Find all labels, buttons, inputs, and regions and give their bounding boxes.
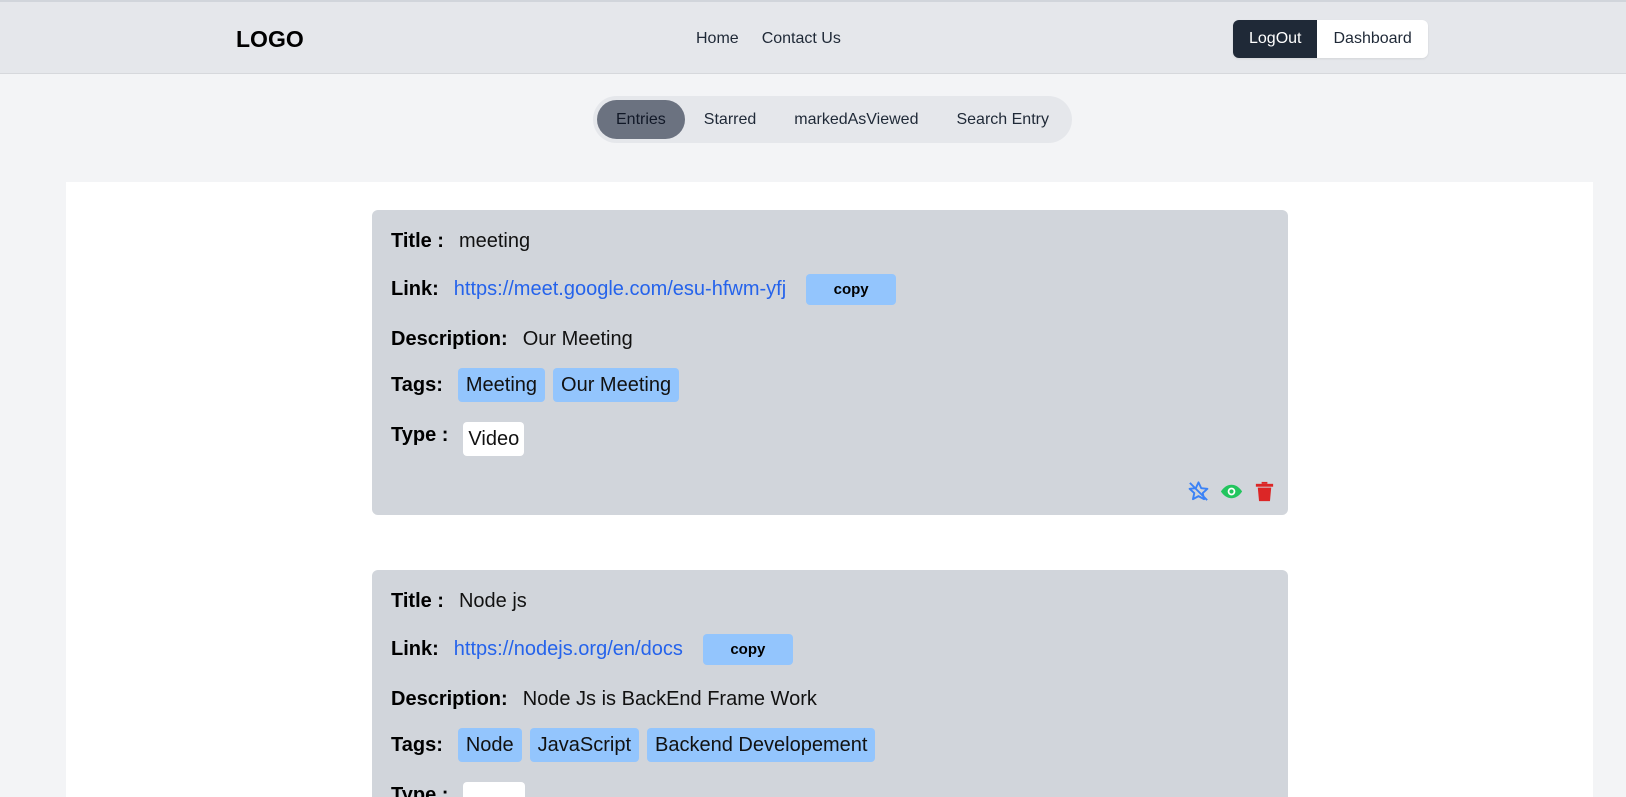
entry-link[interactable]: https://meet.google.com/esu-hfwm-yfj: [454, 278, 786, 301]
auth-button-group: LogOut Dashboard: [1233, 20, 1428, 58]
navbar: LOGO Home Contact Us LogOut Dashboard: [0, 0, 1626, 74]
tags-label: Tags:: [391, 734, 443, 756]
title-label: Title :: [391, 590, 444, 612]
entry-title-row: Title : Node js: [391, 590, 527, 613]
entry-description: Node Js is BackEnd Frame Work: [522, 688, 817, 710]
description-label: Description:: [391, 328, 508, 350]
link-label: Link:: [391, 638, 439, 660]
copy-link-button[interactable]: copy: [806, 274, 897, 305]
type-label: Type :: [391, 424, 449, 446]
tag-list: Meeting Our Meeting: [457, 368, 687, 402]
tab-entries[interactable]: Entries: [597, 100, 685, 139]
tag-badge: JavaScript: [529, 728, 640, 762]
entry-type-row: Type : Video: [391, 422, 525, 456]
entry-title: meeting: [458, 230, 531, 252]
entry-description-row: Description: Our Meeting: [391, 328, 633, 351]
type-label: Type :: [391, 784, 449, 797]
entry-link-row: Link: https://nodejs.org/en/docs copy: [391, 634, 793, 665]
tag-badge: Our Meeting: [553, 368, 680, 402]
link-label: Link:: [391, 278, 439, 300]
type-badge: [463, 782, 526, 797]
star-off-icon[interactable]: [1187, 480, 1210, 503]
entries-panel: Title : meeting Link: https://meet.googl…: [66, 182, 1593, 797]
entry-card: Title : meeting Link: https://meet.googl…: [372, 210, 1288, 515]
logo: LOGO: [236, 26, 304, 52]
entry-description-row: Description: Node Js is BackEnd Frame Wo…: [391, 688, 817, 711]
nav-links: Home Contact Us: [696, 30, 841, 48]
entry-tags-row: Tags: Meeting Our Meeting: [391, 368, 687, 402]
entry-description: Our Meeting: [522, 328, 633, 350]
dashboard-button[interactable]: Dashboard: [1317, 20, 1428, 58]
title-label: Title :: [391, 230, 444, 252]
entry-actions: [1187, 480, 1276, 503]
logout-button[interactable]: LogOut: [1233, 20, 1318, 58]
eye-icon[interactable]: [1220, 480, 1243, 503]
entry-card: Title : Node js Link: https://nodejs.org…: [372, 570, 1288, 797]
nav-contact-link[interactable]: Contact Us: [762, 30, 841, 48]
nav-home-link[interactable]: Home: [696, 30, 739, 48]
tag-badge: Meeting: [457, 368, 546, 402]
tags-label: Tags:: [391, 374, 443, 396]
entry-title: Node js: [458, 590, 527, 612]
tab-marked-as-viewed[interactable]: markedAsViewed: [775, 100, 937, 139]
entry-link-row: Link: https://meet.google.com/esu-hfwm-y…: [391, 274, 897, 305]
entry-tabs: Entries Starred markedAsViewed Search En…: [593, 96, 1072, 143]
tag-badge: Backend Developement: [647, 728, 876, 762]
entry-type-row: Type :: [391, 782, 526, 797]
entry-title-row: Title : meeting: [391, 230, 530, 253]
description-label: Description:: [391, 688, 508, 710]
entry-tags-row: Tags: Node JavaScript Backend Developeme…: [391, 728, 883, 762]
copy-link-button[interactable]: copy: [702, 634, 793, 665]
tag-list: Node JavaScript Backend Developement: [457, 728, 884, 762]
type-badge: Video: [463, 422, 525, 456]
entry-link[interactable]: https://nodejs.org/en/docs: [454, 638, 683, 661]
tag-badge: Node: [457, 728, 522, 762]
tab-search-entry[interactable]: Search Entry: [937, 100, 1067, 139]
tab-starred[interactable]: Starred: [685, 100, 775, 139]
trash-icon[interactable]: [1253, 480, 1276, 503]
